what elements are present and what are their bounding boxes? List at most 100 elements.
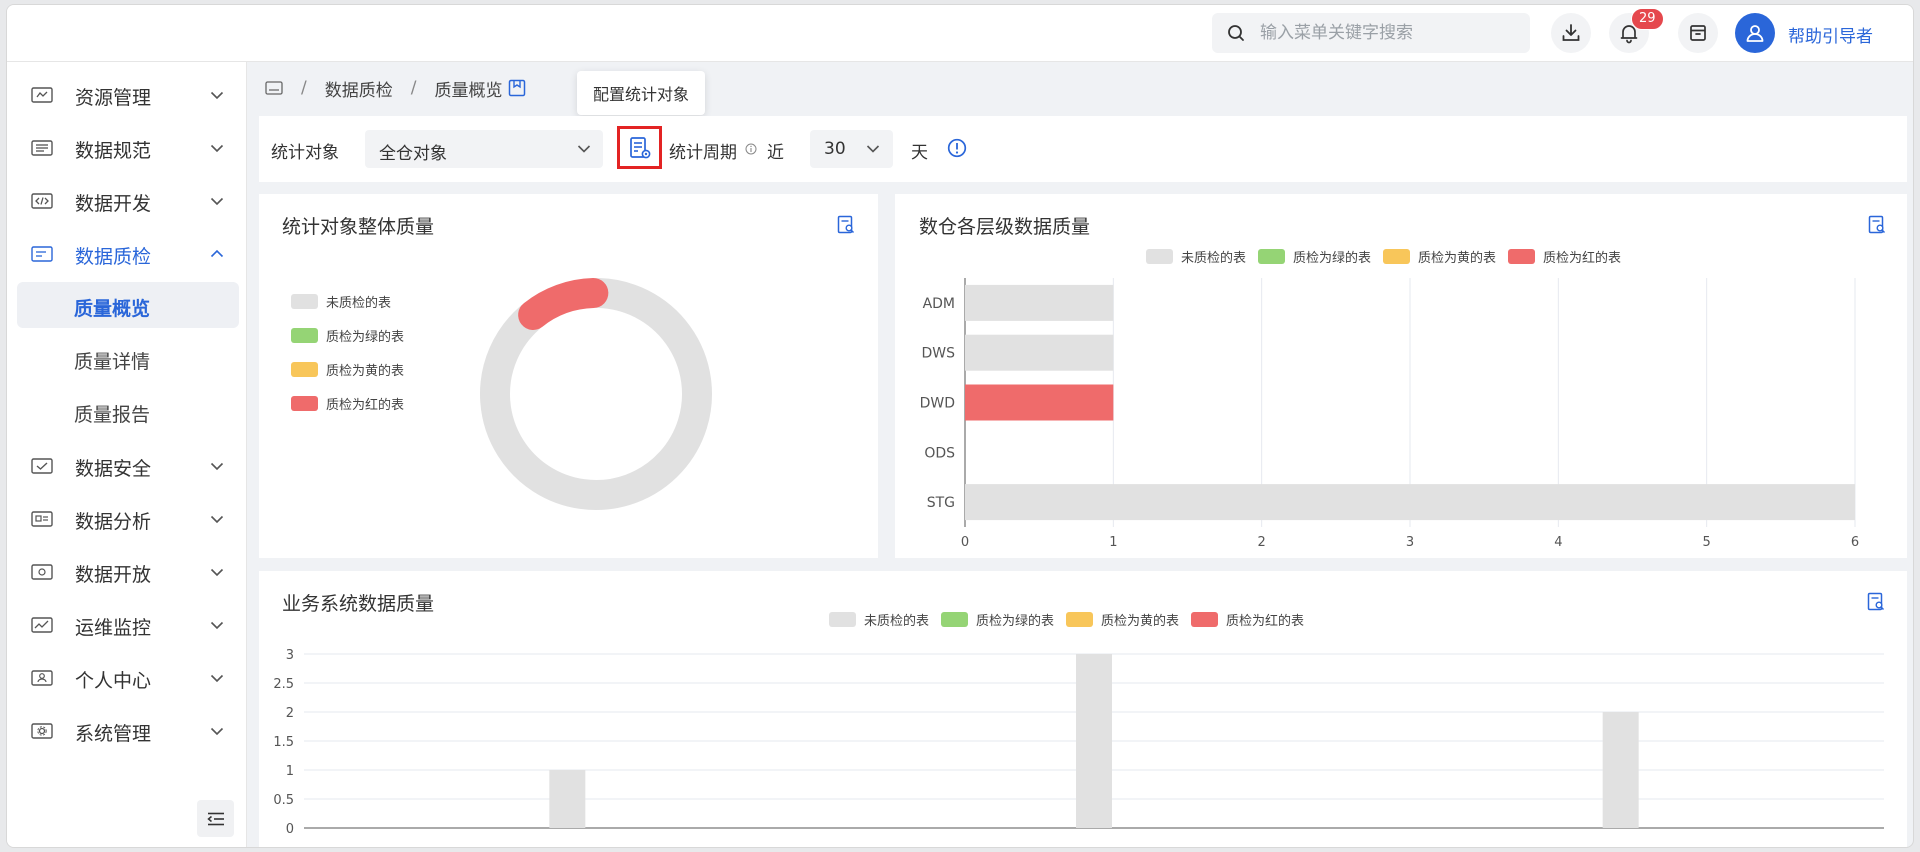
sidebar-item-system[interactable]: 系统管理 [17, 708, 239, 754]
object-select[interactable]: 全仓对象 [365, 130, 603, 168]
avatar[interactable] [1735, 13, 1775, 53]
settings-icon [31, 723, 53, 739]
sidebar-subitem-label: 质量详情 [74, 351, 151, 373]
chevron-down-icon [210, 515, 224, 524]
chevron-down-icon [577, 145, 591, 153]
breadcrumb-separator: / [301, 78, 307, 98]
notification-badge: 29 [1631, 8, 1664, 30]
y-tick-label: 2.5 [273, 677, 294, 692]
archive-button[interactable] [1678, 13, 1718, 53]
overall-quality-card: 统计对象整体质量 未质检的表 质检为绿的表 质检为黄的表 质检为红的表 [259, 194, 878, 558]
sidebar-item-monitor[interactable]: 运维监控 [17, 602, 239, 648]
sidebar-item-label: 数据质检 [75, 246, 152, 268]
menu-fold-icon [206, 812, 224, 825]
y-tick-label: 0.5 [273, 793, 294, 808]
bar [549, 770, 586, 828]
bookmark-icon[interactable] [508, 79, 526, 97]
sidebar-item-quality[interactable]: 数据质检 [17, 231, 239, 277]
notification-button[interactable]: 29 [1609, 8, 1664, 53]
y-tick-label: 3 [286, 648, 294, 663]
y-tick-label: 0 [286, 822, 294, 837]
breadcrumb-item[interactable]: 数据质检 [325, 76, 393, 101]
top-bar: 29 帮助引导者 [7, 5, 1913, 62]
config-list-icon [629, 136, 650, 158]
donut-chart [480, 278, 712, 510]
x-tick-label: 5 [1703, 535, 1711, 550]
search-icon [1228, 25, 1244, 41]
sidebar-item-label: 运维监控 [75, 617, 152, 639]
sidebar-item-label: 资源管理 [75, 87, 152, 109]
user-icon [31, 670, 53, 686]
sidebar-item-open[interactable]: 数据开放 [17, 549, 239, 595]
menu-search[interactable] [1212, 13, 1530, 53]
near-label: 近 [767, 143, 784, 163]
x-tick-label: 3 [1406, 535, 1414, 550]
info-icon[interactable] [947, 138, 967, 158]
config-object-button[interactable] [617, 126, 662, 169]
y-tick-label: DWD [920, 396, 955, 412]
object-label: 统计对象 [271, 143, 339, 163]
y-tick-label: ODS [924, 445, 955, 461]
chevron-down-icon [210, 144, 224, 153]
sidebar-collapse-button[interactable] [197, 800, 234, 837]
period-label: 统计周期 [669, 143, 737, 163]
object-select-value: 全仓对象 [379, 144, 447, 164]
download-button[interactable] [1551, 13, 1591, 53]
sidebar-item-analysis[interactable]: 数据分析 [17, 496, 239, 542]
breadcrumb: / 数据质检 / 质量概览 [265, 75, 526, 101]
chevron-up-icon [210, 249, 224, 258]
layer-bar-chart: 0 1 2 3 4 5 6 ADM DWS DWD ODS STG [920, 278, 1859, 550]
sidebar-item-personal[interactable]: 个人中心 [17, 655, 239, 701]
app-window: 29 帮助引导者 资源管理 数据规范 数据开发 数据质检 [6, 4, 1914, 848]
sidebar-item-standard[interactable]: 数据规范 [17, 125, 239, 171]
y-tick-label: STG [927, 495, 955, 511]
y-tick-label: 1 [286, 764, 294, 779]
chevron-down-icon [210, 462, 224, 471]
sidebar-item-dev[interactable]: 数据开发 [17, 178, 239, 224]
info-small-icon[interactable] [745, 143, 757, 155]
layer-quality-card: 数仓各层级数据质量 未质检的表 质检为绿的表 质检为黄的表 质检为红的表 012… [895, 194, 1907, 558]
donut-slice [518, 278, 609, 330]
days-unit: 天 [911, 143, 928, 163]
user-avatar-icon [1746, 25, 1764, 42]
sidebar-subitem-overview[interactable]: 质量概览 [17, 282, 239, 328]
config-tooltip: 配置统计对象 [577, 71, 705, 115]
search-input[interactable] [1260, 23, 1520, 43]
analysis-icon [31, 511, 53, 527]
open-icon [31, 564, 53, 580]
bar [965, 284, 1114, 321]
sidebar-item-label: 数据分析 [75, 511, 152, 533]
chevron-down-icon [210, 568, 224, 577]
days-select[interactable]: 30 [810, 130, 893, 168]
y-tick-label: 1.5 [273, 735, 294, 750]
download-icon [1562, 24, 1580, 41]
monitor-icon [31, 617, 53, 633]
business-quality-card: 业务系统数据质量 未质检的表 质检为绿的表 质检为黄的表 质检为红的表 0 0.5… [259, 571, 1907, 847]
bar [965, 484, 1855, 521]
filter-bar: 统计对象 全仓对象 统计周期 近 30 天 [259, 116, 1907, 182]
x-tick-label: 4 [1554, 535, 1562, 550]
sidebar-item-label: 个人中心 [75, 670, 152, 692]
chevron-down-icon [210, 674, 224, 683]
sidebar-subitem-report[interactable]: 质量报告 [17, 388, 239, 434]
x-tick-label: 2 [1258, 535, 1266, 550]
sidebar-item-label: 数据安全 [75, 458, 152, 480]
sidebar-subitem-detail[interactable]: 质量详情 [17, 335, 239, 381]
archive-icon [1690, 25, 1706, 41]
quality-icon [31, 246, 53, 262]
sidebar-subitem-label: 质量报告 [74, 404, 151, 426]
sidebar-item-resource[interactable]: 资源管理 [17, 72, 239, 118]
home-screen-icon[interactable] [265, 81, 283, 95]
chevron-down-icon [866, 145, 880, 153]
sidebar-item-security[interactable]: 数据安全 [17, 443, 239, 489]
chevron-down-icon [210, 727, 224, 736]
helper-link[interactable]: 帮助引导者 [1788, 22, 1873, 47]
x-tick-label: 1 [1109, 535, 1117, 550]
days-select-value: 30 [824, 139, 846, 159]
y-tick-label: 2 [286, 706, 294, 721]
x-tick-label: 0 [961, 535, 969, 550]
y-tick-label: DWS [921, 346, 955, 362]
business-bar-chart: 0 0.5 1 1.5 2 2.5 3 [273, 648, 1884, 837]
resource-icon [31, 87, 53, 103]
bar [965, 334, 1114, 371]
